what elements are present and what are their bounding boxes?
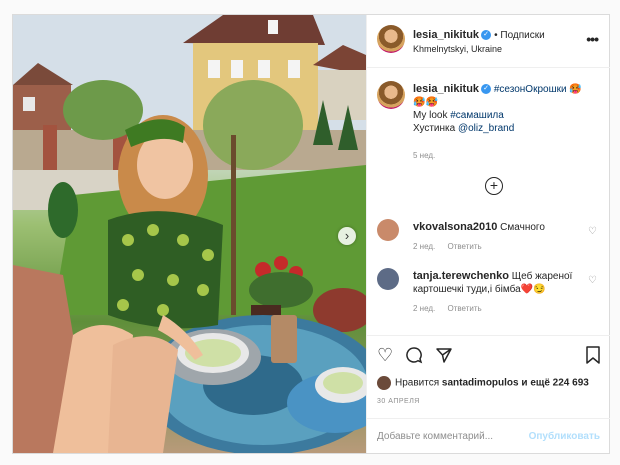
caption-line-scarf: Хустинка [413, 123, 456, 134]
liker-avatar [377, 376, 391, 390]
comment-meta: 2 нед. Ответить [413, 240, 583, 253]
caption-text: lesia_nikituk ✓ #сезонОкрошки 🥵 🥵🥵 My loo… [413, 83, 603, 135]
caption-emoji: 🥵 [569, 84, 582, 95]
likes-middle: и ещё [521, 377, 550, 389]
next-photo-button[interactable]: › [338, 227, 356, 245]
reply-button[interactable]: Ответить [448, 242, 482, 251]
hashtag-link[interactable]: #сезонОкрошки [494, 84, 567, 95]
post-photo[interactable]: › [13, 15, 366, 453]
photo-illustration [13, 15, 366, 453]
caption-time[interactable]: 5 нед. [413, 149, 435, 162]
follow-status[interactable]: • Подписки [494, 30, 545, 41]
author-username[interactable]: lesia_nikituk [413, 29, 479, 41]
paper-plane-icon[interactable] [435, 346, 453, 367]
comment-like-icon[interactable]: ♡ [588, 274, 597, 287]
add-comment-bar: Добавьте комментарий... Опубликовать [367, 418, 610, 454]
comment-time[interactable]: 2 нед. [413, 304, 435, 313]
post-date[interactable]: 30 АПРЕЛЯ [377, 398, 420, 405]
comment-body: tanja.terewchenko Щеб жареної картошечкі… [413, 270, 583, 315]
post-actions: ♡ Нравится santadimopulos и ещё 224 693 … [367, 335, 610, 405]
heart-icon[interactable]: ♡ [377, 346, 393, 364]
verified-badge-icon: ✓ [481, 30, 492, 41]
comment-time[interactable]: 2 нед. [413, 242, 435, 251]
liker-username[interactable]: santadimopulos [442, 378, 519, 389]
likes-prefix: Нравится [395, 377, 440, 389]
post-header: lesia_nikituk ✓ • Подписки Khmelnytskyi, … [367, 15, 610, 68]
comment-icon[interactable] [405, 346, 423, 367]
hashtag-link[interactable]: #самашила [450, 110, 504, 121]
comment-body: vkovalsona2010 Смачного 2 нед. Ответить [413, 221, 583, 253]
comment-avatar[interactable] [377, 268, 399, 290]
post-card: › lesia_nikituk ✓ • Подписки Khmelnytskyi… [12, 14, 610, 454]
caption-line-look: My look [413, 110, 448, 121]
author-line: lesia_nikituk ✓ • Подписки [413, 29, 545, 41]
comment-text: Смачного [500, 222, 545, 233]
bookmark-icon[interactable] [585, 346, 601, 367]
comment-username[interactable]: vkovalsona2010 [413, 221, 497, 233]
plus-circle-icon[interactable]: + [485, 177, 503, 195]
publish-button[interactable]: Опубликовать [529, 431, 600, 442]
comment-meta: 2 нед. Ответить [413, 302, 583, 315]
likes-count[interactable]: 224 693 [553, 378, 589, 389]
comment-like-icon[interactable]: ♡ [588, 225, 597, 238]
comment-avatar[interactable] [377, 219, 399, 241]
post-details-panel: lesia_nikituk ✓ • Подписки Khmelnytskyi, … [366, 15, 610, 453]
author-avatar[interactable] [377, 25, 405, 53]
caption-username[interactable]: lesia_nikituk [413, 83, 479, 95]
post-location[interactable]: Khmelnytskyi, Ukraine [413, 44, 502, 54]
comment-username[interactable]: tanja.terewchenko [413, 270, 509, 282]
likes-summary[interactable]: Нравится santadimopulos и ещё 224 693 [377, 376, 589, 390]
more-options-icon[interactable]: ••• [586, 31, 599, 47]
verified-badge-icon: ✓ [481, 84, 492, 95]
caption-avatar[interactable] [377, 81, 405, 109]
mention-link[interactable]: @oliz_brand [458, 123, 514, 134]
reply-button[interactable]: Ответить [448, 304, 482, 313]
comment-input[interactable]: Добавьте комментарий... [377, 431, 493, 442]
caption-emoji-line: 🥵🥵 [413, 97, 438, 108]
